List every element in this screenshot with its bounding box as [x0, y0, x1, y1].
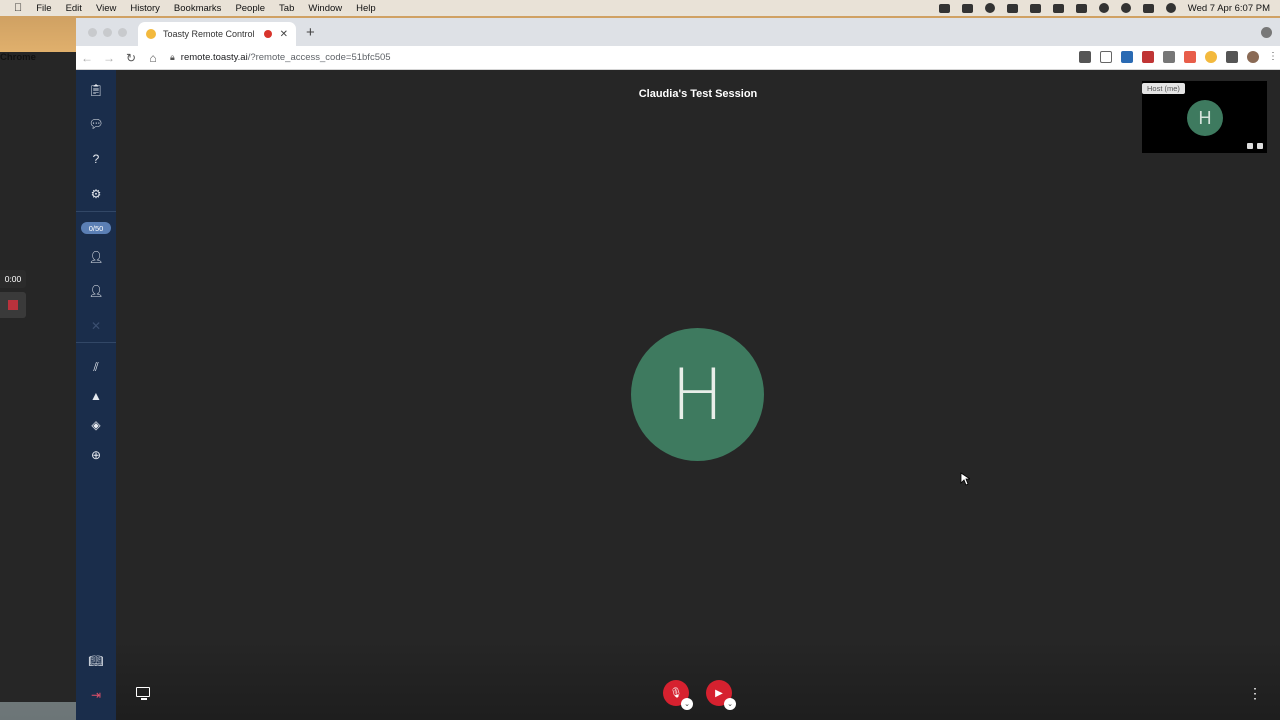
home-icon[interactable]: ⌂ — [142, 51, 164, 65]
participant-counter: 0/50 — [81, 222, 111, 234]
spotlight-search-icon[interactable] — [1120, 3, 1131, 13]
bluetooth-icon[interactable] — [1052, 3, 1064, 13]
tab-search-icon[interactable] — [1261, 27, 1272, 38]
app-sidebar: 📋︎ 💬︎ ? ⚙ 0/50 👤︎ 👤︎ ✕ ⫽ ▲ ◈ ⊕ 📖︎ ⇥ — [76, 70, 116, 720]
browser-menu-icon[interactable]: ⋮ — [1268, 51, 1278, 63]
chevron-down-icon[interactable]: ⌄ — [724, 698, 736, 710]
menu-bookmarks[interactable]: Bookmarks — [174, 3, 222, 14]
lock-icon[interactable]: 🔒︎ — [170, 52, 175, 63]
add-integration-icon[interactable]: ⊕ — [88, 447, 104, 463]
menu-history[interactable]: History — [130, 3, 160, 14]
camera-icon[interactable] — [1079, 51, 1091, 63]
guide-book-icon[interactable]: 📖︎ — [88, 653, 104, 669]
minimize-window-button[interactable] — [103, 28, 112, 37]
recording-timer: 0:00 — [0, 270, 26, 288]
miro-icon[interactable]: ⫽ — [88, 359, 104, 375]
exit-icon[interactable]: ⇥ — [88, 687, 104, 703]
reload-icon[interactable]: ↻ — [120, 51, 142, 65]
self-view-tile[interactable]: Host (me) H — [1142, 81, 1267, 153]
microphone-toggle-button[interactable]: 🎙︎ ⌄ — [663, 680, 693, 710]
sidebar-divider — [76, 342, 116, 343]
new-tab-icon[interactable]: + — [306, 24, 315, 41]
remote-control-app: 📋︎ 💬︎ ? ⚙ 0/50 👤︎ 👤︎ ✕ ⫽ ▲ ◈ ⊕ 📖︎ ⇥ Clau… — [76, 70, 1280, 720]
apple-menu-icon[interactable]:  — [14, 2, 22, 14]
address-bar[interactable]: remote.toasty.ai/?remote_access_code=51b… — [181, 52, 391, 63]
mouse-cursor-icon — [960, 472, 970, 486]
extension-acrobat-icon[interactable] — [1184, 51, 1196, 63]
maximize-window-button[interactable] — [118, 28, 127, 37]
extensions-area: ⋮ — [1079, 51, 1278, 63]
keyboard-input-icon[interactable] — [1029, 3, 1041, 13]
camera-toggle-button[interactable]: ▶ ⌄ — [706, 680, 736, 710]
macos-menu-bar:  Chrome File Edit View History Bookmark… — [0, 0, 1280, 702]
dropbox-icon[interactable] — [938, 3, 950, 13]
settings-icon[interactable]: ⚙ — [88, 186, 104, 202]
video-off-icon: ▶ — [715, 687, 723, 699]
disabled-tool-icon: ✕ — [90, 319, 102, 333]
menubar-clock[interactable]: Wed 7 Apr 6:07 PM — [1188, 3, 1270, 14]
add-user-icon[interactable]: 👤︎ — [88, 249, 104, 265]
wifi-icon[interactable] — [1098, 3, 1109, 13]
user-settings-icon[interactable]: 👤︎ — [88, 283, 104, 299]
browser-toolbar: ← → ↻ ⌂ 🔒︎ remote.toasty.ai/?remote_acce… — [76, 46, 1280, 70]
forward-icon[interactable]: → — [98, 51, 120, 65]
siri-icon[interactable] — [1165, 3, 1176, 13]
menu-tab[interactable]: Tab — [279, 3, 294, 14]
google-drive-icon[interactable]: ▲ — [88, 388, 104, 404]
settings-tray-icon[interactable] — [984, 3, 995, 13]
menu-window[interactable]: Window — [308, 3, 342, 14]
menu-edit[interactable]: Edit — [66, 3, 82, 14]
recording-stop-button[interactable] — [0, 292, 26, 318]
extension-toasty-icon[interactable] — [1205, 51, 1217, 63]
tab-strip: Toasty Remote Control ✕ + — [76, 18, 1280, 46]
sidebar-divider — [76, 211, 116, 212]
url-host: remote.toasty.ai — [180, 52, 248, 63]
self-avatar: H — [1187, 100, 1223, 136]
recording-widget: 0:00 — [0, 270, 26, 318]
camera-off-icon — [1257, 143, 1263, 149]
tab-title: Toasty Remote Control — [163, 29, 255, 39]
menubar-tray: Wed 7 Apr 6:07 PM — [938, 0, 1270, 16]
session-title: Claudia's Test Session — [638, 88, 758, 100]
close-tab-icon[interactable]: ✕ — [280, 29, 288, 40]
control-center-icon[interactable] — [1142, 3, 1154, 13]
self-view-status — [1247, 143, 1263, 149]
stop-icon — [8, 300, 18, 310]
app-tray-icon[interactable] — [1006, 3, 1018, 13]
figma-icon[interactable]: ◈ — [88, 417, 104, 433]
docker-icon[interactable] — [961, 3, 973, 13]
chat-icon[interactable]: 💬︎ — [88, 116, 104, 132]
profile-avatar[interactable] — [1247, 51, 1259, 63]
screen-share-button[interactable] — [136, 687, 152, 701]
menu-file[interactable]: File — [36, 3, 51, 14]
browser-window: Toasty Remote Control ✕ + ← → ↻ ⌂ 🔒︎ rem… — [76, 18, 1280, 720]
more-options-icon[interactable]: ⋮ — [1248, 686, 1262, 700]
mic-off-icon: 🎙︎ — [669, 687, 683, 699]
url-path: /?remote_access_code=51bfc505 — [247, 52, 391, 63]
window-controls — [88, 28, 127, 37]
menu-help[interactable]: Help — [356, 3, 376, 14]
mic-muted-icon — [1247, 143, 1253, 149]
extension-red-icon[interactable] — [1142, 51, 1154, 63]
extension-grey-icon[interactable] — [1163, 51, 1175, 63]
recording-indicator-icon — [263, 30, 272, 38]
participant-avatar: H — [631, 328, 764, 461]
monitor-stand — [141, 698, 147, 700]
menu-view[interactable]: View — [96, 3, 116, 14]
browser-tab[interactable]: Toasty Remote Control ✕ — [138, 22, 296, 46]
menu-people[interactable]: People — [235, 3, 265, 14]
bottom-controls-bar — [116, 640, 1280, 720]
bookmark-star-icon[interactable] — [1100, 51, 1112, 63]
help-icon[interactable]: ? — [88, 151, 104, 167]
monitor-icon — [136, 687, 150, 697]
extensions-puzzle-icon[interactable] — [1226, 51, 1238, 63]
extension-v-icon[interactable] — [1121, 51, 1133, 63]
toasty-favicon-icon — [146, 29, 156, 39]
back-icon[interactable]: ← — [76, 51, 98, 65]
battery-icon[interactable] — [1075, 3, 1087, 13]
self-view-label: Host (me) — [1142, 83, 1185, 94]
close-window-button[interactable] — [88, 28, 97, 37]
chevron-down-icon[interactable]: ⌄ — [681, 698, 693, 710]
